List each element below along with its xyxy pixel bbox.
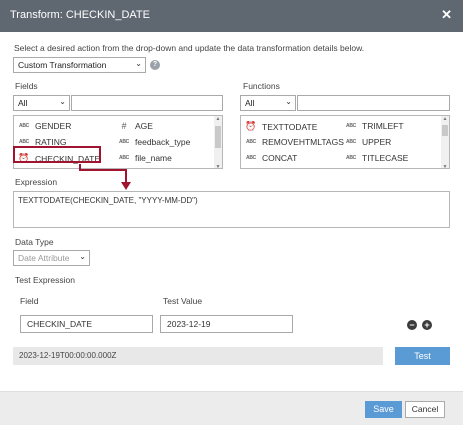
test-field-header: Field [20, 296, 39, 306]
data-type-label: Data Type [15, 237, 54, 247]
test-value-text: 2023-12-19 [167, 319, 211, 329]
remove-row-icon[interactable]: − [407, 320, 417, 330]
data-type-value: Date Attribute [18, 253, 70, 263]
expression-value: TEXTTODATE(CHECKIN_DATE, "YYYY-MM-DD") [18, 196, 198, 205]
chevron-down-icon: ⌄ [79, 252, 86, 261]
test-result: 2023-12-19T00:00:00.000Z [13, 347, 383, 365]
data-type-select[interactable]: Date Attribute ⌄ [13, 250, 90, 266]
save-button[interactable]: Save [365, 401, 402, 418]
expression-label: Expression [15, 177, 58, 187]
test-value-header: Test Value [163, 296, 203, 306]
test-result-value: 2023-12-19T00:00:00.000Z [19, 351, 117, 360]
cancel-button[interactable]: Cancel [405, 401, 445, 418]
test-field-input[interactable]: CHECKIN_DATE [20, 315, 153, 333]
add-row-icon[interactable]: + [422, 320, 432, 330]
expression-textarea[interactable]: TEXTTODATE(CHECKIN_DATE, "YYYY-MM-DD") [13, 191, 450, 228]
test-button[interactable]: Test [395, 347, 450, 365]
test-field-value: CHECKIN_DATE [27, 319, 93, 329]
test-expression-label: Test Expression [15, 275, 75, 285]
test-value-input[interactable]: 2023-12-19 [160, 315, 293, 333]
